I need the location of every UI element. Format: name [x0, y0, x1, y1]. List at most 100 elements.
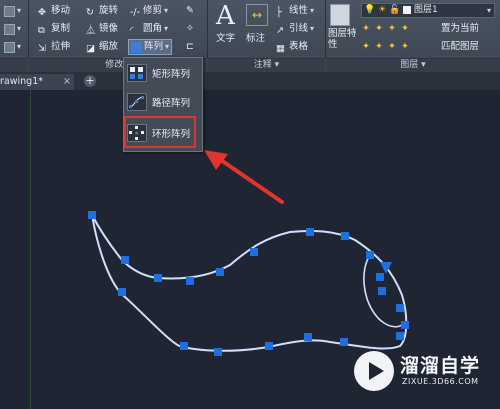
sun-icon: ☀ [378, 5, 387, 15]
fillet-dropdown-icon[interactable]: ▾ [164, 22, 168, 36]
trim-button[interactable]: -/- 修剪 ▾ [130, 4, 168, 18]
leader-button[interactable]: ↗ 引线 ▾ [276, 22, 314, 36]
dimension-label: 标注 [246, 33, 266, 44]
spline-curve[interactable] [91, 214, 408, 352]
move-button[interactable]: ✥ 移动 [38, 4, 70, 18]
table-button[interactable]: ▦ 表格 [276, 40, 308, 54]
grip-point[interactable] [186, 277, 194, 285]
grip-point[interactable] [341, 232, 349, 240]
panel-title-left [0, 58, 28, 72]
grip-point[interactable] [340, 338, 348, 346]
array-dropdown-icon[interactable]: ▾ [165, 40, 169, 54]
tab-drawing1[interactable]: rawing1* × [0, 74, 74, 90]
layers-panel-title[interactable]: 图层 ▾ [326, 58, 500, 72]
bulb-icon: 💡 [364, 5, 376, 15]
layers-panel-title-text: 图层 [400, 60, 419, 70]
stretch-button[interactable]: ⇲ 拉伸 [38, 40, 70, 54]
grip-point[interactable] [376, 273, 384, 281]
menu-item-rectangular-array[interactable]: 矩形阵列 [127, 62, 199, 84]
grip-point[interactable] [366, 251, 374, 259]
match-layer-label: 匹配图层 [441, 41, 480, 52]
fillet-icon: ◜ [130, 24, 134, 36]
copy-label: 复制 [51, 23, 71, 34]
menu-item-path-array[interactable]: 路径阵列 [127, 91, 199, 113]
layer-properties-label-wrap[interactable]: 图层特性 [328, 28, 358, 50]
grip-point[interactable] [121, 256, 129, 264]
layer-tool-icon: ✦ [362, 41, 370, 52]
grip-point[interactable] [401, 321, 409, 329]
leader-icon: ↗ [276, 24, 284, 36]
layer-dropdown[interactable]: 💡 ☀ 🔓 图层1 ▾ [361, 3, 495, 18]
annotation-panel-title[interactable]: 注释 ▾ [208, 58, 325, 72]
array-button[interactable]: 阵列 ▾ [128, 39, 173, 55]
erase-button[interactable]: ✎ [186, 4, 197, 16]
layer-stack-icon [330, 4, 350, 26]
grip-point[interactable] [304, 333, 312, 341]
grip-point[interactable] [306, 228, 314, 236]
grip-point[interactable] [396, 332, 404, 340]
leader-label: 引线 [289, 23, 309, 34]
dimension-label-wrap[interactable]: 标注 [246, 32, 265, 46]
match-layer-button[interactable]: 匹配图层 [441, 40, 479, 54]
dimension-button[interactable]: ↔ [246, 4, 268, 26]
linear-button[interactable]: ├ 线性 ▾ [276, 4, 314, 18]
mirror-icon: ⏅ [86, 24, 96, 36]
ribbon-left-tool-1[interactable]: ▾ [4, 4, 21, 18]
partial-tool-icon [4, 23, 15, 35]
rotate-button[interactable]: ↻ 旋转 [86, 4, 118, 18]
grip-point[interactable] [396, 304, 404, 312]
offset-button[interactable]: ⊏ [186, 40, 197, 52]
text-button[interactable]: 文字 [216, 32, 235, 46]
close-icon[interactable]: × [63, 74, 71, 90]
layer-tool-icon: ✦ [401, 23, 409, 34]
layer-tool-icon: ✦ [401, 41, 409, 52]
layer-tools-row-1[interactable]: ✦ ✦ ✦ ✦ [362, 22, 412, 34]
grip-point[interactable] [216, 268, 224, 276]
mirror-button[interactable]: ⏅ 镜像 [86, 22, 118, 36]
scale-button[interactable]: ◪ 缩放 [86, 40, 118, 54]
rotate-icon: ↻ [86, 6, 94, 18]
rectangular-array-icon [127, 64, 147, 82]
grip-point[interactable] [250, 248, 258, 256]
pencil-icon: ✎ [186, 5, 194, 16]
layer-tool-icon: ✦ [375, 23, 383, 34]
layer-tool-icon: ✦ [362, 23, 370, 34]
grip-point[interactable] [154, 274, 162, 282]
grip-point[interactable] [88, 211, 96, 219]
set-current-button[interactable]: 置为当前 [441, 22, 479, 36]
watermark-url: ZIXUE.3D66.COM [402, 377, 479, 386]
scale-label: 缩放 [99, 41, 119, 52]
move-icon: ✥ [38, 6, 46, 18]
grip-point[interactable] [180, 342, 188, 350]
grip-point[interactable] [118, 288, 126, 296]
grip-point[interactable] [214, 348, 222, 356]
scale-icon: ◪ [86, 42, 95, 54]
trim-dropdown-icon[interactable]: ▾ [164, 4, 168, 18]
menu-item-label: 矩形阵列 [152, 69, 191, 80]
document-tab-bar [0, 72, 500, 90]
explode-button[interactable]: ✧ [186, 22, 197, 34]
text-icon[interactable]: A [216, 2, 235, 30]
grip-point[interactable] [265, 342, 273, 350]
annotation-panel-title-text: 注释 [253, 60, 272, 70]
fillet-button[interactable]: ◜ 圆角 ▾ [130, 22, 168, 36]
layer-properties-button[interactable] [330, 4, 350, 26]
layer-tool-icon: ✦ [375, 41, 383, 52]
path-array-icon [127, 93, 147, 111]
ribbon-left-tool-3[interactable]: ▾ [4, 40, 21, 54]
new-tab-button[interactable]: + [84, 75, 96, 87]
array-label: 阵列 [144, 41, 164, 52]
layer-tools-row-2[interactable]: ✦ ✦ ✦ ✦ [362, 40, 412, 52]
linear-icon: ├ [276, 6, 282, 18]
stretch-icon: ⇲ [38, 42, 46, 54]
ribbon-left-tool-2[interactable]: ▾ [4, 22, 21, 36]
text-label: 文字 [216, 33, 236, 44]
linear-label: 线性 [289, 5, 309, 16]
layer-tool-icon: ✦ [388, 23, 396, 34]
rotate-label: 旋转 [99, 5, 119, 16]
dimension-icon: ↔ [246, 4, 268, 26]
copy-button[interactable]: ⧉ 复制 [38, 22, 70, 36]
ribbon: ▾ ▾ ▾ ✥ 移动 ↻ 旋转 -/- 修剪 ▾ ✎ ⧉ 复制 ⏅ 镜像 ◜ 圆角 ▾ ✧ ⇲ 拉… [0, 0, 500, 73]
grip-point[interactable] [378, 287, 386, 295]
trim-icon: -/- [130, 6, 141, 18]
